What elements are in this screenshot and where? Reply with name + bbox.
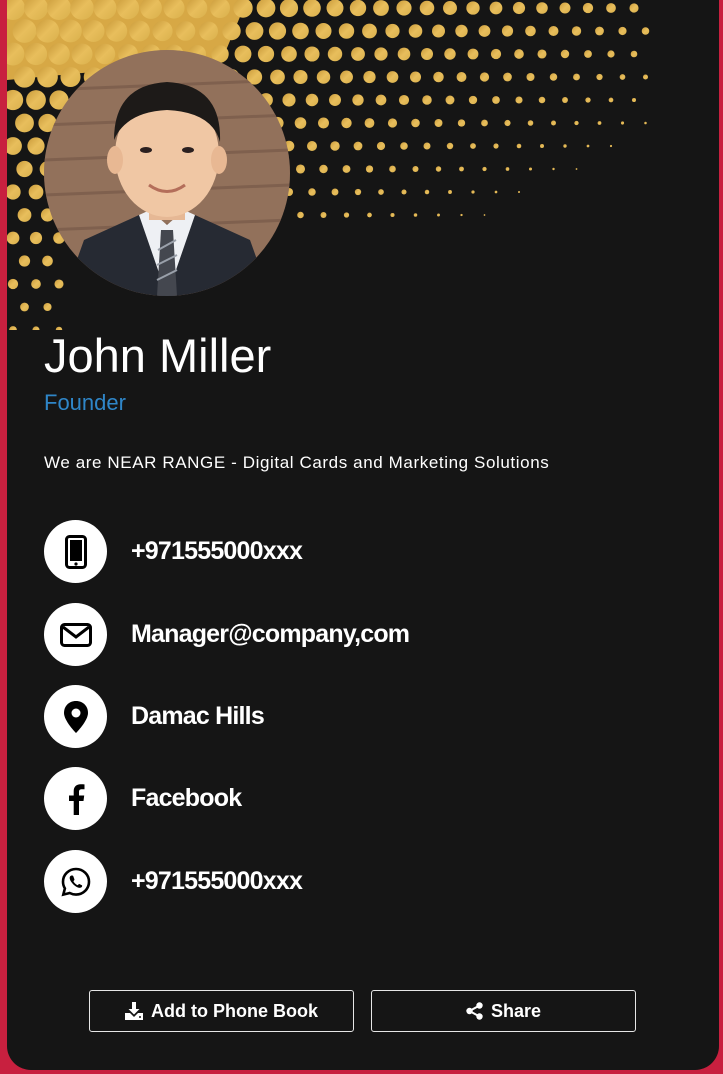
person-name: John Miller <box>44 329 272 382</box>
contact-row-location[interactable]: Damac Hills <box>44 685 265 748</box>
contact-row-email[interactable]: Manager@company,com <box>44 603 410 666</box>
share-label: Share <box>490 1000 542 1021</box>
contact-row-phone[interactable]: +971555000xxx <box>44 520 303 583</box>
contact-label: Facebook <box>131 784 242 812</box>
contact-label: +971555000xxx <box>131 537 303 565</box>
facebook-icon <box>68 783 84 815</box>
avatar <box>44 50 290 296</box>
share-button[interactable]: Share <box>371 990 636 1032</box>
contact-label: Damac Hills <box>131 702 265 730</box>
contact-row-whatsapp[interactable]: +971555000xxx <box>44 850 303 913</box>
contact-row-facebook[interactable]: Facebook <box>44 767 242 830</box>
mobile-phone-icon <box>64 534 87 569</box>
add-to-phonebook-button[interactable]: Add to Phone Book <box>89 990 354 1032</box>
phone-icon-circle <box>44 520 107 583</box>
whatsapp-icon <box>60 867 90 896</box>
map-pin-icon <box>63 700 88 733</box>
envelope-icon <box>59 622 92 647</box>
contact-label: +971555000xxx <box>131 867 303 895</box>
facebook-icon-circle <box>44 767 107 830</box>
email-icon-circle <box>44 603 107 666</box>
contact-label: Manager@company,com <box>131 620 410 648</box>
share-icon <box>466 1002 483 1020</box>
company-tagline: We are NEAR RANGE - Digital Cards and Ma… <box>44 453 550 472</box>
business-card: John Miller Founder We are NEAR RANGE - … <box>7 0 719 1070</box>
whatsapp-icon-circle <box>44 850 107 913</box>
download-icon <box>125 1002 143 1020</box>
add-to-phonebook-label: Add to Phone Book <box>151 1000 318 1021</box>
location-icon-circle <box>44 685 107 748</box>
job-title: Founder <box>44 390 126 415</box>
